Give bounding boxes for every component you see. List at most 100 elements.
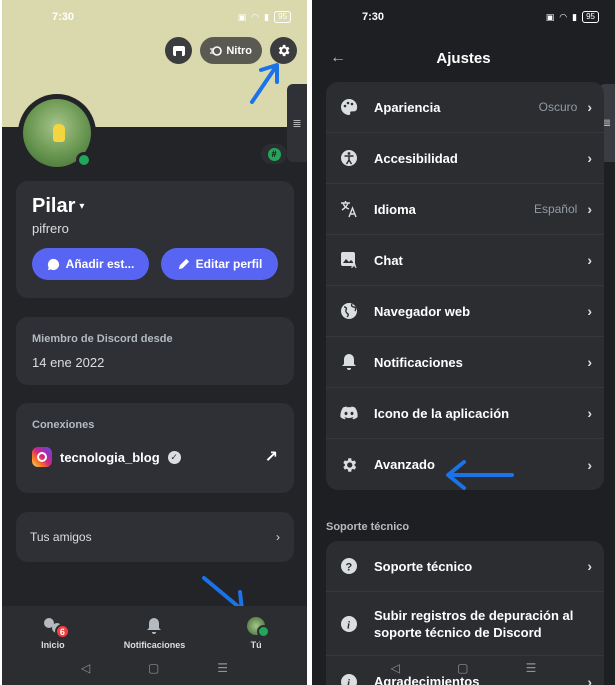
display-name-row[interactable]: Pilar ▾ bbox=[32, 195, 278, 218]
chevron-down-icon: ▾ bbox=[79, 201, 85, 212]
annotation-arrow-advanced bbox=[446, 460, 514, 490]
chevron-right-icon: › bbox=[587, 558, 592, 574]
back-triangle-icon[interactable]: ◁ bbox=[391, 661, 400, 675]
settings-row-notifications[interactable]: Notificaciones › bbox=[326, 337, 604, 388]
member-since-card: Miembro de Discord desde 14 ene 2022 bbox=[16, 317, 294, 385]
support-row-debug-logs[interactable]: i Subir registros de depuración al sopor… bbox=[326, 592, 604, 656]
support-row-label: Agradecimientos bbox=[374, 674, 480, 685]
status-icons-right: ▣ ◠ ▮ 95 bbox=[546, 11, 599, 23]
add-status-button[interactable]: Añadir est... bbox=[32, 248, 149, 280]
settings-row-appearance[interactable]: Apariencia Oscuro › bbox=[326, 82, 604, 133]
svg-text:?: ? bbox=[346, 562, 353, 574]
battery-indicator: 95 bbox=[274, 11, 291, 23]
back-arrow-icon[interactable]: ← bbox=[330, 49, 346, 67]
nitro-label: Nitro bbox=[226, 44, 252, 57]
settings-row-label: Notificaciones bbox=[374, 354, 463, 370]
pencil-icon bbox=[178, 258, 189, 269]
settings-row-browser[interactable]: Navegador web › bbox=[326, 286, 604, 337]
shop-icon bbox=[172, 45, 185, 56]
nfc-icon: ▣ bbox=[237, 11, 247, 22]
signal-icon: ▮ bbox=[264, 11, 270, 22]
settings-row-label: Chat bbox=[374, 252, 403, 268]
you-avatar-icon bbox=[245, 616, 271, 638]
settings-row-label: Accesibilidad bbox=[374, 150, 458, 166]
hashtag-icon: # bbox=[267, 147, 281, 161]
connection-account: tecnologia_blog bbox=[60, 449, 160, 465]
gear-icon bbox=[278, 44, 290, 57]
nav-you[interactable]: Tú bbox=[211, 616, 301, 650]
settings-row-label: Icono de la aplicación bbox=[374, 405, 510, 421]
wifi-icon: ◠ bbox=[559, 11, 568, 22]
recents-menu-icon[interactable]: ☰ bbox=[217, 661, 228, 675]
page-title: Ajustes bbox=[436, 49, 491, 67]
connections-card: Conexiones tecnologia_blog ✓ ↗ bbox=[16, 403, 294, 493]
status-bar-right: 7:30 ▣ ◠ ▮ 95 bbox=[312, 0, 615, 34]
bell-icon bbox=[338, 351, 360, 373]
annotation-arrow-settings bbox=[250, 63, 279, 104]
battery-indicator-right: 95 bbox=[582, 11, 599, 23]
list-search-icon: ≣ bbox=[602, 117, 612, 129]
shop-button[interactable] bbox=[165, 37, 193, 64]
chevron-right-icon: › bbox=[276, 530, 280, 544]
bottom-navigation: 6 Inicio Notificaciones Tú ◁ ▢ ☰ bbox=[2, 606, 307, 685]
chevron-right-icon: › bbox=[587, 99, 592, 115]
system-navigation-right: ◁ ▢ ☰ bbox=[312, 661, 615, 675]
recents-menu-icon[interactable]: ☰ bbox=[526, 661, 537, 675]
friends-row[interactable]: Tus amigos › bbox=[16, 512, 294, 562]
avatar[interactable] bbox=[18, 94, 96, 172]
settings-row-language[interactable]: Idioma Español › bbox=[326, 184, 604, 235]
chevron-right-icon: › bbox=[587, 405, 592, 421]
edit-profile-button[interactable]: Editar perfil bbox=[161, 248, 278, 280]
home-square-icon[interactable]: ▢ bbox=[457, 661, 468, 675]
chevron-right-icon: › bbox=[587, 150, 592, 166]
nav-notifications[interactable]: Notificaciones bbox=[109, 616, 199, 650]
accessibility-icon bbox=[338, 147, 360, 169]
chevron-right-icon: › bbox=[587, 673, 592, 685]
home-square-icon[interactable]: ▢ bbox=[148, 661, 159, 675]
globe-icon bbox=[338, 300, 360, 322]
status-time-right: 7:30 bbox=[362, 11, 385, 23]
nav-you-label: Tú bbox=[250, 640, 262, 650]
profile-screen: 7:30 ▣ ◠ ▮ 95 Nitro ≣ # Pilar ▾ pifrero … bbox=[2, 0, 307, 685]
settings-row-value: Oscuro bbox=[538, 100, 578, 114]
support-row-help[interactable]: ? Soporte técnico › bbox=[326, 541, 604, 592]
support-row-label: Soporte técnico bbox=[374, 558, 473, 574]
help-icon: ? bbox=[338, 555, 360, 577]
settings-row-app-icon[interactable]: Icono de la aplicación › bbox=[326, 388, 604, 439]
nitro-icon bbox=[210, 45, 223, 56]
hashtag-badge[interactable]: # bbox=[261, 144, 287, 164]
settings-row-label: Apariencia bbox=[374, 99, 441, 115]
side-panel-tab[interactable]: ≣ bbox=[287, 84, 307, 162]
status-bar: 7:30 ▣ ◠ ▮ 95 bbox=[2, 0, 307, 34]
external-link-icon[interactable]: ↗ bbox=[265, 447, 278, 467]
servers-icon: 6 bbox=[42, 616, 70, 639]
support-row-label: Subir registros de depuración al soporte… bbox=[374, 607, 574, 640]
verified-icon: ✓ bbox=[167, 450, 181, 464]
settings-row-accessibility[interactable]: Accesibilidad › bbox=[326, 133, 604, 184]
profile-card: Pilar ▾ pifrero Añadir est... Editar per… bbox=[16, 181, 294, 298]
settings-header: ← Ajustes bbox=[312, 40, 615, 76]
signal-icon: ▮ bbox=[572, 11, 578, 22]
instagram-icon bbox=[32, 447, 52, 467]
online-status-dot bbox=[76, 152, 92, 168]
settings-screen: 7:30 ▣ ◠ ▮ 95 ← Ajustes ≣ Apariencia Osc… bbox=[312, 0, 615, 685]
nav-home[interactable]: 6 Inicio bbox=[8, 616, 98, 650]
connection-item[interactable]: tecnologia_blog ✓ ↗ bbox=[32, 447, 278, 467]
settings-row-chat[interactable]: A Chat › bbox=[326, 235, 604, 286]
chevron-right-icon: › bbox=[587, 303, 592, 319]
palette-icon bbox=[338, 96, 360, 118]
chat-image-icon: A bbox=[338, 249, 360, 271]
member-since-label: Miembro de Discord desde bbox=[32, 333, 173, 345]
wifi-icon: ◠ bbox=[251, 11, 260, 22]
status-icons: ▣ ◠ ▮ 95 bbox=[238, 11, 291, 23]
screenshot-root: 7:30 ▣ ◠ ▮ 95 Nitro ≣ # Pilar ▾ pifrero … bbox=[0, 0, 615, 685]
nfc-icon: ▣ bbox=[545, 11, 555, 22]
system-navigation: ◁ ▢ ☰ bbox=[2, 661, 307, 675]
info-icon: i bbox=[338, 613, 360, 635]
chat-bubble-icon bbox=[47, 258, 59, 270]
list-search-icon: ≣ bbox=[292, 117, 302, 130]
add-status-label: Añadir est... bbox=[65, 257, 135, 271]
home-badge: 6 bbox=[54, 624, 70, 639]
chevron-right-icon: › bbox=[587, 354, 592, 370]
back-triangle-icon[interactable]: ◁ bbox=[81, 661, 90, 675]
